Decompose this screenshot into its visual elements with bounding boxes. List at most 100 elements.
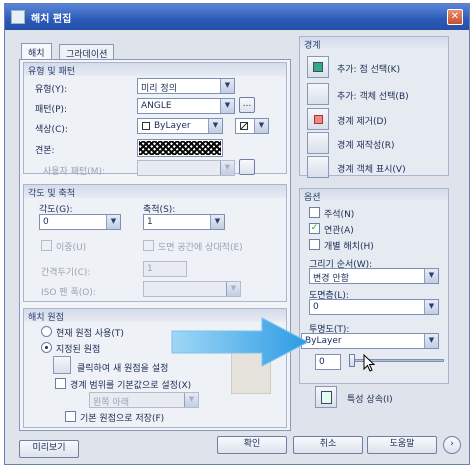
hatch-edit-dialog: 해치 편집 ✕ 해치 그라데이션 유형 및 패턴 유형(Y): 미리 정의 ▼ … — [4, 3, 470, 465]
boundary-position-select[interactable]: 왼쪽 아래 ▼ — [89, 392, 199, 408]
annotative-checkbox[interactable] — [309, 207, 320, 218]
click-set-origin-label: 클릭하여 새 원점을 설정 — [77, 364, 169, 374]
more-options-button[interactable]: › — [443, 436, 461, 454]
chevron-down-icon: ▼ — [220, 161, 234, 175]
separate-hatches-label: 개별 해치(H) — [324, 242, 374, 252]
inherit-properties-icon[interactable] — [315, 386, 337, 408]
mouse-cursor-icon — [363, 354, 376, 372]
add-select-objects-icon[interactable] — [307, 83, 329, 105]
chevron-down-icon: ▼ — [226, 282, 240, 296]
type-label: 유형(Y): — [35, 85, 68, 95]
annotative-label: 주석(N) — [324, 210, 355, 220]
type-select[interactable]: 미리 정의 ▼ — [137, 78, 235, 94]
pattern-select[interactable]: ANGLE ▼ — [137, 98, 235, 114]
pattern-value: ANGLE — [141, 101, 172, 111]
custom-pattern-select[interactable]: ▼ — [137, 160, 235, 176]
iso-pen-width-select[interactable]: ▼ — [143, 281, 241, 297]
chevron-down-icon: ▼ — [184, 393, 198, 407]
brush-icon — [321, 391, 332, 404]
hatch-app-icon — [11, 10, 25, 24]
transparency-amount-input[interactable]: 0 — [315, 354, 341, 370]
add-select-objects-label[interactable]: 추가: 객체 선택(B) — [337, 89, 409, 102]
no-color-icon — [240, 122, 248, 130]
display-boundary-objects-icon[interactable] — [307, 156, 329, 178]
plus-icon — [313, 62, 323, 72]
separate-hatches-checkbox[interactable] — [309, 239, 320, 250]
chevron-down-icon: ▼ — [208, 119, 222, 133]
layer-value: 0 — [313, 302, 319, 312]
cancel-button[interactable]: 취소 — [293, 436, 363, 454]
remove-boundaries-icon[interactable] — [307, 108, 329, 130]
double-label: 이중(U) — [56, 243, 87, 253]
dialog-title: 해치 편집 — [31, 14, 72, 25]
remove-boundaries-label[interactable]: 경계 제거(D) — [337, 114, 387, 127]
scale-select[interactable]: 1 ▼ — [143, 214, 225, 230]
ok-button[interactable]: 확인 — [217, 436, 287, 454]
default-boundary-extents-label: 경계 범위를 기본값으로 설정(X) — [70, 381, 192, 391]
chevron-down-icon: ▼ — [106, 215, 120, 229]
chevron-down-icon: ▼ — [424, 300, 438, 314]
specified-origin-label: 지정된 원점 — [56, 345, 101, 355]
minus-icon — [314, 115, 323, 124]
chevron-down-icon: ▼ — [220, 79, 234, 93]
chevron-down-icon: ▼ — [254, 119, 268, 133]
color-swatch-icon — [142, 122, 150, 130]
type-pattern-header: 유형 및 패턴 — [24, 63, 286, 77]
color-select[interactable]: ByLayer ▼ — [137, 118, 223, 134]
draw-order-select[interactable]: 변경 안함 ▼ — [309, 268, 439, 284]
type-value: 미리 정의 — [141, 84, 177, 94]
chevron-down-icon: ▼ — [210, 215, 224, 229]
relative-paper-label: 도면 공간에 상대적(E) — [158, 243, 243, 253]
transparency-amount-value: 0 — [319, 357, 325, 367]
pattern-label: 패턴(P): — [35, 105, 68, 115]
pattern-browse-button[interactable]: ... — [239, 97, 255, 113]
boundary-position-value: 왼쪽 아래 — [93, 398, 129, 408]
color-value: ByLayer — [154, 121, 191, 131]
custom-pattern-browse-button[interactable] — [239, 159, 255, 175]
add-pick-points-label[interactable]: 추가: 점 선택(K) — [337, 62, 400, 75]
use-current-origin-label: 현재 원점 사용(T) — [56, 329, 124, 339]
tab-gradient[interactable]: 그라데이션 — [59, 44, 115, 60]
use-current-origin-radio[interactable] — [41, 326, 52, 337]
close-button[interactable]: ✕ — [447, 9, 463, 25]
title-bar: 해치 편집 ✕ — [5, 4, 469, 30]
scale-value: 1 — [147, 217, 153, 227]
angle-scale-header: 각도 및 축척 — [24, 185, 286, 199]
recreate-boundary-label[interactable]: 경계 재작성(R) — [337, 138, 395, 151]
help-button[interactable]: 도움말 — [367, 436, 437, 454]
angle-select[interactable]: 0 ▼ — [39, 214, 121, 230]
display-boundary-objects-label[interactable]: 경계 객체 표시(V) — [337, 162, 406, 175]
recreate-boundary-icon[interactable] — [307, 132, 329, 154]
preview-button[interactable]: 미리보기 — [19, 440, 79, 458]
associative-label: 연관(A) — [324, 226, 354, 236]
store-default-origin-label: 기본 원점으로 저장(F) — [80, 414, 165, 424]
specified-origin-radio[interactable] — [41, 342, 52, 353]
layer-select[interactable]: 0 ▼ — [309, 299, 439, 315]
pattern-swatch[interactable] — [137, 139, 223, 157]
inherit-properties-label[interactable]: 특성 상속(I) — [347, 392, 393, 405]
spacing-label: 간격두기(C): — [41, 268, 91, 278]
spacing-value: 1 — [147, 264, 153, 274]
highlight-arrow-icon — [171, 317, 310, 367]
transparency-slider-thumb[interactable] — [349, 354, 355, 367]
add-pick-points-icon[interactable] — [307, 56, 329, 78]
pick-origin-icon[interactable] — [53, 356, 71, 374]
associative-checkbox[interactable]: ✓ — [309, 223, 320, 234]
background-color-select[interactable]: ▼ — [235, 118, 269, 134]
chevron-down-icon: ▼ — [424, 334, 438, 348]
chevron-down-icon: ▼ — [220, 99, 234, 113]
chevron-down-icon: ▼ — [424, 269, 438, 283]
angle-value: 0 — [43, 217, 49, 227]
color-label: 색상(C): — [35, 125, 68, 135]
double-checkbox[interactable] — [41, 240, 52, 251]
options-header: 옵션 — [300, 189, 448, 203]
transparency-select[interactable]: ByLayer ▼ — [301, 333, 439, 349]
custom-pattern-label: 사용자 패턴(M): — [43, 167, 106, 177]
draw-order-value: 변경 안함 — [313, 274, 349, 284]
spacing-input[interactable]: 1 — [143, 261, 187, 277]
iso-pen-width-label: ISO 펜 폭(O): — [41, 288, 96, 298]
default-boundary-extents-checkbox[interactable] — [55, 378, 66, 389]
relative-paper-checkbox[interactable] — [143, 240, 154, 251]
store-default-origin-checkbox[interactable] — [65, 411, 76, 422]
pattern-swatch-image — [139, 141, 221, 155]
